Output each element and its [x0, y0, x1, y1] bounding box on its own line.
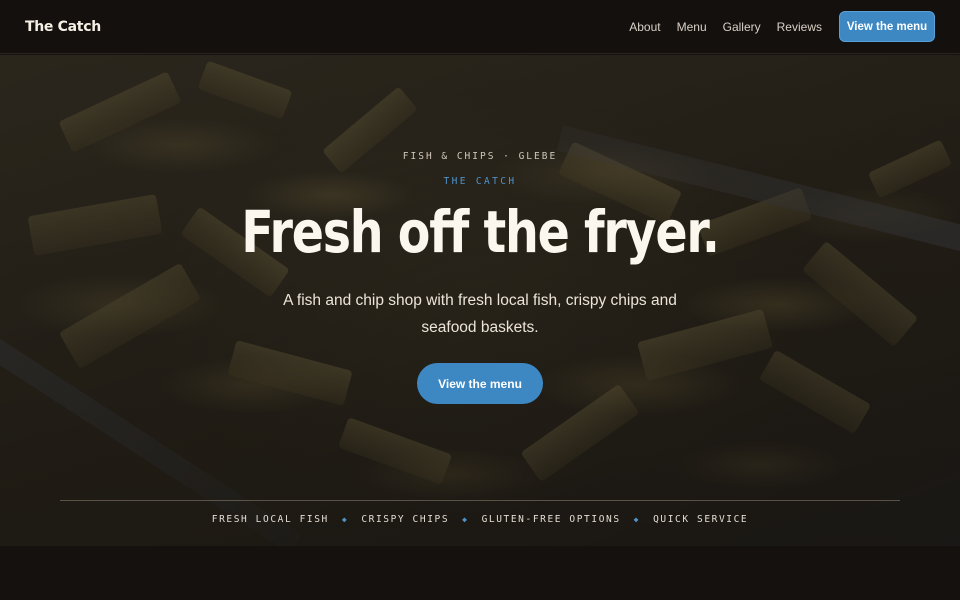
nav-link-menu[interactable]: Menu — [677, 20, 707, 34]
nav-link-gallery[interactable]: Gallery — [723, 20, 761, 34]
hero-kicker: THE CATCH — [443, 176, 517, 187]
brand-logo[interactable]: The Catch — [25, 19, 101, 35]
view-menu-button-hero[interactable]: View the menu — [417, 363, 543, 404]
hero-content: FISH & CHIPS · GLEBE THE CATCH Fresh off… — [0, 55, 960, 546]
feature-divider — [60, 500, 900, 501]
feature-item: CRISPY CHIPS — [361, 514, 450, 525]
diamond-icon: ◆ — [341, 515, 349, 524]
top-navigation: The Catch About Menu Gallery Reviews Vie… — [0, 0, 960, 54]
hero-headline: Fresh off the fryer. — [241, 198, 720, 266]
main-nav: About Menu Gallery Reviews View the menu — [613, 11, 935, 42]
nav-link-about[interactable]: About — [629, 20, 660, 34]
hero-eyebrow: FISH & CHIPS · GLEBE — [402, 151, 558, 162]
view-menu-button-header[interactable]: View the menu — [839, 11, 935, 42]
diamond-icon: ◆ — [633, 515, 641, 524]
nav-link-reviews[interactable]: Reviews — [777, 20, 822, 34]
diamond-icon: ◆ — [462, 515, 469, 524]
hero-tagline: A fish and chip shop with fresh local fi… — [283, 292, 677, 336]
feature-strip: FRESH LOCAL FISH ◆ CRISPY CHIPS ◆ GLUTEN… — [0, 514, 960, 525]
feature-item: GLUTEN-FREE OPTIONS — [481, 514, 621, 525]
feature-item: FRESH LOCAL FISH — [211, 514, 329, 525]
hero-section: FISH & CHIPS · GLEBE THE CATCH Fresh off… — [0, 55, 960, 546]
next-section — [0, 546, 960, 600]
feature-item: QUICK SERVICE — [653, 514, 749, 525]
